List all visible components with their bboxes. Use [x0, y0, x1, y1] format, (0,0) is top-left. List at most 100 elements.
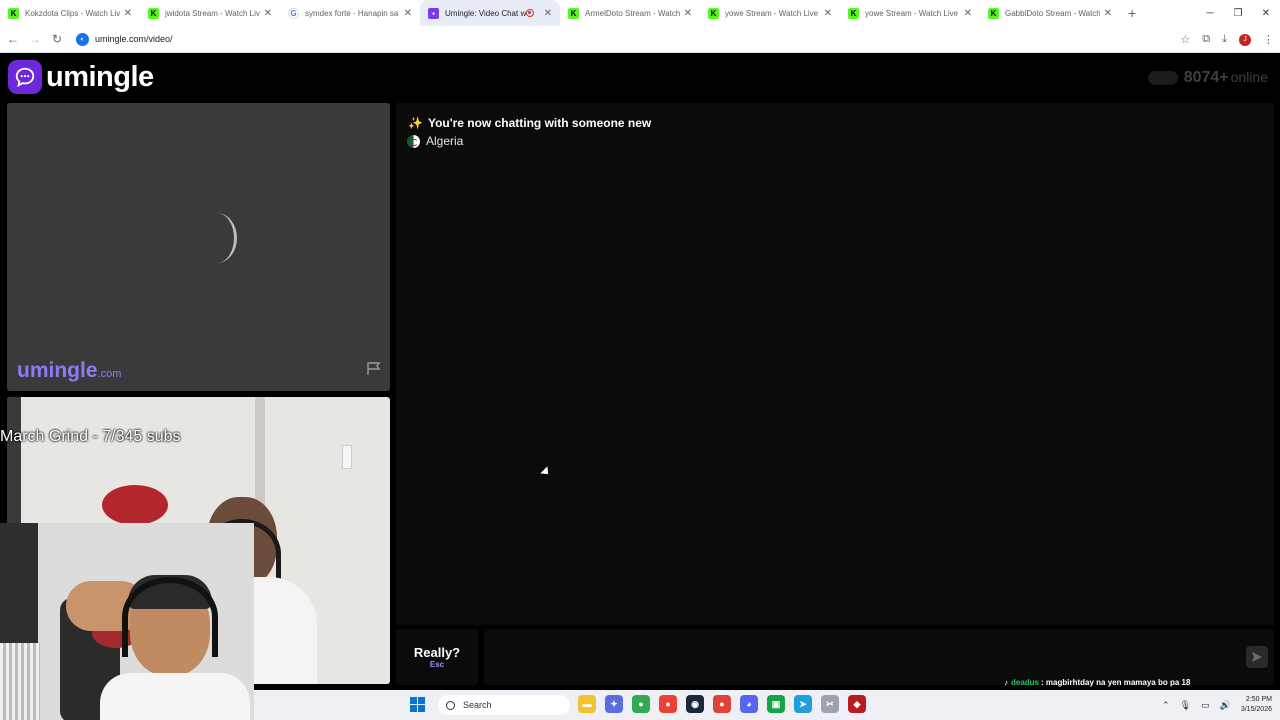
- tab-title: yowe Stream - Watch Live o: [865, 8, 960, 18]
- download-icon[interactable]: ⤓: [1222, 33, 1227, 46]
- dota-icon[interactable]: ◆: [848, 695, 866, 713]
- forward-icon[interactable]: →: [24, 32, 46, 46]
- omnibox[interactable]: ◐ umingle.com/video/: [76, 29, 1156, 49]
- close-tab-icon[interactable]: ✕: [544, 8, 552, 19]
- streamer-body: [100, 673, 250, 720]
- url-text[interactable]: umingle.com/video/: [95, 34, 173, 44]
- reload-icon[interactable]: ↻: [46, 32, 68, 46]
- copilot-icon[interactable]: ✦: [605, 695, 623, 713]
- taskbar-search[interactable]: Search: [438, 695, 570, 715]
- restore-icon[interactable]: ❐: [1224, 8, 1252, 19]
- discord-icon[interactable]: ◕: [740, 695, 758, 713]
- loading-spinner-icon: [197, 213, 237, 263]
- stair-rail: [0, 643, 40, 720]
- windows-start-icon[interactable]: [410, 697, 425, 712]
- address-bar: ← → ↻ ◐ umingle.com/video/ ☆ ⧉ ⤓ J ⋮: [0, 26, 1280, 53]
- algeria-flag-icon: [407, 134, 420, 148]
- ticker-message: : magbirhtday na yen mamaya bo pa 18: [1041, 678, 1191, 687]
- close-tab-icon[interactable]: ✕: [124, 8, 132, 19]
- back-icon[interactable]: ←: [2, 32, 24, 46]
- tab-title: yowe Stream - Watch Live o: [725, 8, 820, 18]
- snipping-tool-icon[interactable]: ✂: [821, 695, 839, 713]
- umingle-icon: ▪: [428, 7, 439, 19]
- site-info-icon[interactable]: ◐: [76, 32, 89, 46]
- tab-title: Umingle: Video Chat with: [445, 8, 526, 18]
- skip-button-label: Really?: [413, 645, 461, 660]
- light-switch: [342, 445, 352, 469]
- stream-goal-overlay: March Grind - 7/345 subs: [0, 428, 181, 445]
- recording-icon: [525, 9, 534, 17]
- bookmark-star-icon[interactable]: ☆: [1180, 33, 1190, 46]
- browser-tab-bar: K Kokzdota Clips - Watch Live ✕ K jwidot…: [0, 0, 1280, 26]
- kick-icon: K: [8, 7, 19, 19]
- close-tab-icon[interactable]: ✕: [404, 8, 412, 19]
- obs-app-icon[interactable]: ▣: [767, 695, 785, 713]
- watermark-text: umingle: [17, 359, 98, 382]
- new-tab-icon[interactable]: +: [1128, 5, 1136, 21]
- kick-icon: K: [568, 7, 579, 19]
- windows-taskbar: Search ▬ ✦ ● ● ◉ ● ◕ ▣ ➤ ✂ ◆ ⌃ 🎙 ▭ 🔊 2:5…: [254, 690, 1280, 720]
- search-icon: [446, 700, 455, 710]
- chrome-icon[interactable]: ●: [659, 695, 677, 713]
- telegram-icon[interactable]: ➤: [794, 695, 812, 713]
- window-controls: ─ ❐ ✕: [1196, 0, 1280, 26]
- file-explorer-icon[interactable]: ▬: [578, 695, 596, 713]
- browser-tab-active[interactable]: ▪ Umingle: Video Chat with ✕: [420, 0, 560, 26]
- chat-status: ✨ You're now chatting with someone new: [408, 116, 651, 130]
- ticker-user: deadus: [1011, 678, 1040, 687]
- browser-toolbar-right: ☆ ⧉ ⤓ J ⋮: [1180, 26, 1274, 53]
- kick-icon: K: [988, 7, 999, 19]
- partner-country: Algeria: [407, 134, 463, 148]
- chat-status-text: You're now chatting with someone new: [427, 116, 652, 130]
- browser-tab[interactable]: K ArmelDoto Stream - Watch l ✕: [560, 0, 700, 26]
- close-tab-icon[interactable]: ✕: [1104, 8, 1112, 19]
- brand-logo[interactable]: umingle: [8, 60, 154, 94]
- close-tab-icon[interactable]: ✕: [964, 8, 972, 19]
- skip-shortcut: Esc: [429, 660, 445, 669]
- stranger-video: umingle.com: [7, 103, 390, 391]
- online-indicator: 8074+ online: [1147, 69, 1268, 87]
- browser-tab[interactable]: G symdex forte - Hanapin sa G ✕: [280, 0, 420, 26]
- browser-tab[interactable]: K GabbiDoto Stream - Watch l ✕: [980, 0, 1120, 26]
- browser-tab[interactable]: K yowe Stream - Watch Live o ✕: [700, 0, 840, 26]
- menu-icon[interactable]: ⋮: [1263, 33, 1274, 46]
- report-flag-icon[interactable]: [366, 362, 382, 381]
- send-button[interactable]: [1246, 646, 1268, 668]
- tab-title: GabbiDoto Stream - Watch l: [1005, 8, 1100, 18]
- chat-ticker: ♪ deadus : magbirhtday na yen mamaya bo …: [1004, 678, 1190, 687]
- chrome-dev-icon[interactable]: ●: [632, 695, 650, 713]
- tab-title: symdex forte - Hanapin sa G: [305, 8, 400, 18]
- tab-title: Kokzdota Clips - Watch Live: [25, 8, 120, 18]
- chat-panel: ✨ You're now chatting with someone new A…: [396, 103, 1274, 625]
- brand-name: umingle: [46, 60, 154, 93]
- browser-tab[interactable]: K Kokzdota Clips - Watch Live ✕: [0, 0, 140, 26]
- microphone-icon[interactable]: 🎙: [1180, 700, 1191, 711]
- send-icon: [1252, 652, 1262, 662]
- browser-tab[interactable]: K yowe Stream - Watch Live o ✕: [840, 0, 980, 26]
- close-tab-icon[interactable]: ✕: [824, 8, 832, 19]
- skip-button[interactable]: Really? Esc: [396, 629, 478, 685]
- network-icon[interactable]: ▭: [1201, 700, 1210, 711]
- headset: [122, 577, 218, 657]
- profile-avatar[interactable]: J: [1239, 33, 1251, 46]
- taskbar-search-label: Search: [463, 700, 492, 710]
- chevron-up-icon[interactable]: ⌃: [1162, 700, 1170, 711]
- theme-toggle[interactable]: [1147, 71, 1178, 85]
- chat-controls: Really? Esc: [396, 629, 1274, 685]
- taskbar-apps: ▬ ✦ ● ● ◉ ● ◕ ▣ ➤ ✂ ◆: [578, 695, 866, 713]
- taskbar-clock[interactable]: 2:50 PM 3/15/2026: [1241, 695, 1272, 715]
- minimize-icon[interactable]: ─: [1196, 8, 1224, 19]
- clock-date: 3/15/2026: [1240, 706, 1272, 713]
- close-tab-icon[interactable]: ✕: [264, 8, 272, 19]
- extensions-icon[interactable]: ⧉: [1202, 33, 1210, 46]
- message-input[interactable]: [484, 629, 1274, 685]
- chrome-active-icon[interactable]: ●: [713, 695, 731, 713]
- browser-tab[interactable]: K jwidota Stream - Watch Live ✕: [140, 0, 280, 26]
- watermark-tld: .com: [97, 368, 122, 380]
- steam-icon[interactable]: ◉: [686, 695, 704, 713]
- google-icon: G: [288, 7, 299, 19]
- volume-icon[interactable]: 🔊: [1220, 700, 1231, 711]
- close-window-icon[interactable]: ✕: [1252, 8, 1280, 19]
- country-name: Algeria: [426, 134, 464, 148]
- close-tab-icon[interactable]: ✕: [684, 8, 692, 19]
